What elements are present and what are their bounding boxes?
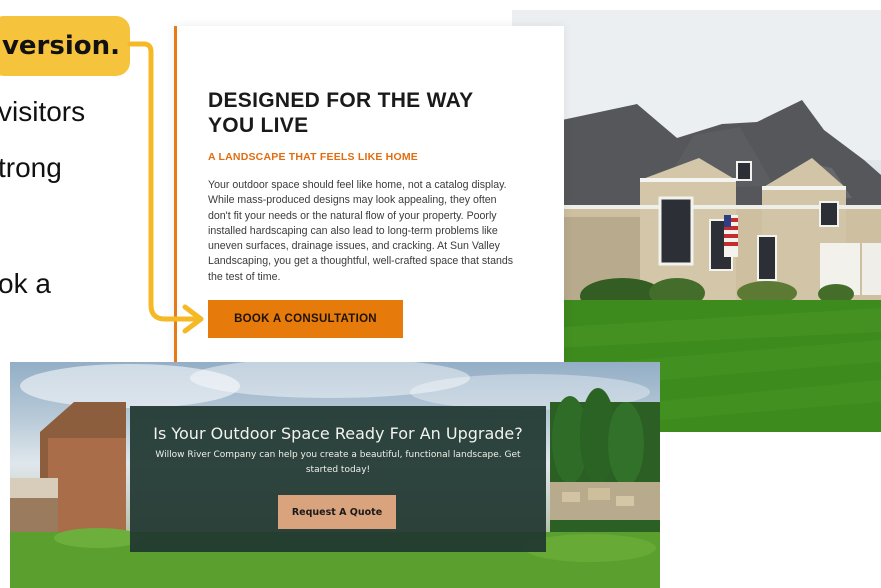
upgrade-text: Willow River Company can help you create… xyxy=(155,450,521,475)
upgrade-title: Is Your Outdoor Space Ready For An Upgra… xyxy=(153,424,523,443)
request-quote-button[interactable]: Request A Quote xyxy=(278,495,396,529)
landscape-info-card: DESIGNED FOR THE WAY YOU LIVE A LANDSCAP… xyxy=(174,26,564,362)
card-subtitle: A LANDSCAPE THAT FEELS LIKE HOME xyxy=(208,151,418,163)
cropped-text-line-2: trong xyxy=(0,152,62,183)
callout-text: version. xyxy=(1,31,120,61)
highlighted-callout: version. xyxy=(0,16,130,76)
book-consultation-button[interactable]: BOOK A CONSULTATION xyxy=(208,300,403,338)
card-body: Your outdoor space should feel like home… xyxy=(208,179,514,283)
upgrade-cta-panel: Is Your Outdoor Space Ready For An Upgra… xyxy=(130,406,546,552)
card-accent-rule xyxy=(174,26,177,362)
cropped-text-line-1: visitors xyxy=(0,96,86,127)
bottom-banner-screenshot: Is Your Outdoor Space Ready For An Upgra… xyxy=(10,362,660,588)
card-title: DESIGNED FOR THE WAY YOU LIVE xyxy=(208,89,474,137)
cropped-text-line-3: ok a xyxy=(0,268,51,299)
